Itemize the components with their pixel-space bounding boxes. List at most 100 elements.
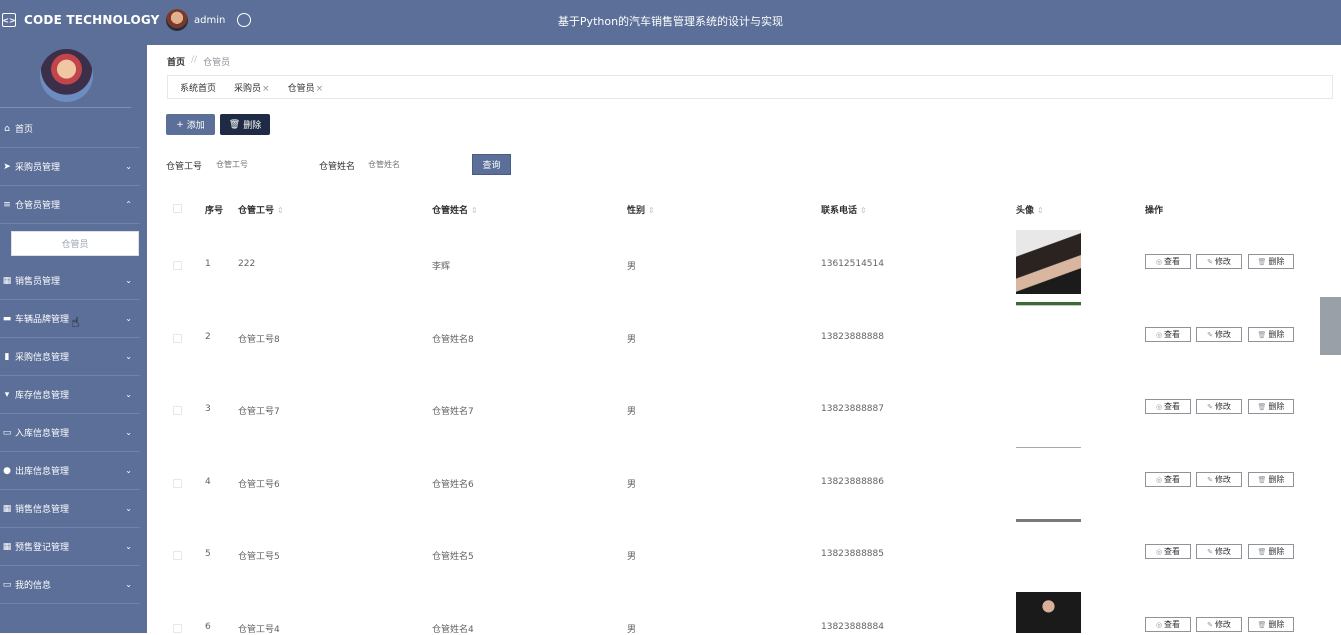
column-header-gender[interactable]: 性别 ⇕ [627, 203, 655, 216]
row-checkbox[interactable] [173, 624, 182, 633]
search-button[interactable]: 查询 [472, 154, 511, 175]
tab-purchaser[interactable]: 采购员× [234, 81, 270, 94]
sort-icon[interactable]: ⇕ [860, 206, 867, 215]
edit-button[interactable]: ✎ 修改 [1196, 617, 1242, 632]
sidebar-item-inbound-info[interactable]: ▭ 入库信息管理 ⌄ [0, 414, 140, 452]
eye-icon: ◎ [1155, 402, 1163, 411]
row-checkbox[interactable] [173, 406, 182, 415]
edit-icon: ✎ [1207, 620, 1213, 629]
row-checkbox[interactable] [173, 479, 182, 488]
chevron-up-icon: ⌃ [125, 200, 132, 209]
sort-icon[interactable]: ⇕ [648, 206, 655, 215]
sidebar-item-purchase-info[interactable]: ▮ 采购信息管理 ⌄ [0, 338, 140, 376]
edit-label: 修改 [1214, 620, 1231, 629]
column-header-phone[interactable]: 联系电话 ⇕ [821, 203, 867, 216]
search-code-input[interactable] [216, 155, 306, 173]
search-name-input[interactable] [368, 155, 458, 173]
sidebar-item-presale[interactable]: ▦ 预售登记管理 ⌄ [0, 528, 140, 566]
chevron-down-icon: ⌄ [125, 542, 132, 551]
cell-name: 仓管姓名4 [432, 625, 474, 635]
column-header-name[interactable]: 仓管姓名 ⇕ [432, 203, 478, 216]
sidebar-item-brand[interactable]: ▬ 车辆品牌管理 ⌄ [0, 300, 140, 338]
sidebar-item-my-info[interactable]: ▭ 我的信息 ⌄ [0, 566, 140, 604]
column-header-index: 序号 [205, 206, 224, 216]
breadcrumb-home[interactable]: 首页 [167, 55, 185, 68]
cell-gender: 男 [627, 625, 637, 635]
cell-index: 5 [205, 549, 211, 559]
view-button[interactable]: ◎ 查看 [1145, 399, 1191, 414]
flag-icon: ▾ [4, 389, 10, 400]
sort-icon[interactable]: ⇕ [1037, 206, 1044, 215]
list-icon: ≡ [3, 199, 11, 210]
view-button[interactable]: ◎ 查看 [1145, 472, 1191, 487]
edit-button[interactable]: ✎ 修改 [1196, 544, 1242, 559]
tab-label: 系统首页 [180, 83, 217, 94]
plus-icon: + [176, 119, 184, 130]
sidebar-item-warehouse[interactable]: ≡ 仓管员管理 ⌃ [0, 186, 140, 224]
trash-icon: 🗑 [1257, 475, 1267, 484]
cell-name: 仓管姓名8 [432, 335, 474, 345]
sort-icon[interactable]: ⇕ [471, 206, 478, 215]
view-button[interactable]: ◎ 查看 [1145, 327, 1191, 342]
chevron-down-icon: ⌄ [125, 314, 132, 323]
sidebar: ⌂ 首页 ➤ 采购员管理 ⌄ ≡ 仓管员管理 ⌃ 仓管员 ▦ 销售员管理 ⌄ ▬… [0, 45, 147, 633]
breadcrumb: 首页 // 仓管员 [167, 55, 230, 68]
edit-button[interactable]: ✎ 修改 [1196, 472, 1242, 487]
sidebar-item-sales-info[interactable]: ▦ 销售信息管理 ⌄ [0, 490, 140, 528]
trash-icon: 🗑 [1257, 547, 1267, 556]
row-delete-button[interactable]: 🗑 删除 [1248, 254, 1294, 269]
cell-name: 李辉 [432, 262, 451, 272]
row-checkbox[interactable] [173, 261, 182, 270]
monitor-icon: ▭ [2, 427, 12, 438]
select-all-checkbox[interactable] [173, 204, 182, 213]
delete-button-label: 删除 [243, 121, 262, 131]
cell-code: 仓管工号8 [238, 335, 280, 345]
cell-gender: 男 [627, 262, 637, 272]
column-header-avatar[interactable]: 头像 ⇕ [1016, 203, 1044, 216]
eye-icon: ◎ [1155, 330, 1163, 339]
view-label: 查看 [1164, 402, 1181, 411]
column-header-label: 性别 [627, 206, 646, 216]
cell-phone: 13823888887 [821, 404, 884, 414]
scrollbar[interactable] [1320, 297, 1341, 355]
row-delete-button[interactable]: 🗑 删除 [1248, 472, 1294, 487]
close-icon[interactable]: × [316, 84, 324, 94]
close-icon[interactable]: × [262, 84, 270, 94]
tab-system-home[interactable]: 系统首页 [180, 81, 216, 94]
row-checkbox[interactable] [173, 551, 182, 560]
sidebar-avatar [40, 49, 93, 102]
sidebar-item-purchaser[interactable]: ➤ 采购员管理 ⌄ [0, 148, 140, 186]
sidebar-item-stock-info[interactable]: ▾ 库存信息管理 ⌄ [0, 376, 140, 414]
edit-icon: ✎ [1207, 547, 1213, 556]
sort-icon[interactable]: ⇕ [277, 206, 284, 215]
avatar-thumbnail [1016, 592, 1081, 633]
grid-icon: ▦ [2, 541, 12, 552]
row-delete-button[interactable]: 🗑 删除 [1248, 617, 1294, 632]
sidebar-item-home[interactable]: ⌂ 首页 [0, 110, 140, 148]
row-delete-button[interactable]: 🗑 删除 [1248, 544, 1294, 559]
add-button[interactable]: + 添加 [166, 114, 215, 135]
delete-button[interactable]: 🗑 删除 [220, 114, 270, 135]
column-header-label: 仓管姓名 [432, 206, 469, 216]
edit-button[interactable]: ✎ 修改 [1196, 254, 1242, 269]
tab-warehouse-keeper[interactable]: 仓管员× [288, 81, 324, 94]
sidebar-item-sales-staff[interactable]: ▦ 销售员管理 ⌄ [0, 262, 140, 300]
view-button[interactable]: ◎ 查看 [1145, 544, 1191, 559]
edit-button[interactable]: ✎ 修改 [1196, 399, 1242, 414]
view-button[interactable]: ◎ 查看 [1145, 254, 1191, 269]
sidebar-subitem-warehouse-keeper[interactable]: 仓管员 [11, 230, 139, 256]
chevron-down-icon: ⌄ [125, 504, 132, 513]
edit-button[interactable]: ✎ 修改 [1196, 327, 1242, 342]
sidebar-item-label: 车辆品牌管理 [15, 315, 70, 325]
grid-icon: ▦ [2, 503, 12, 514]
cell-phone: 13823888884 [821, 622, 884, 632]
view-button[interactable]: ◎ 查看 [1145, 617, 1191, 632]
sidebar-item-label: 出库信息管理 [15, 467, 70, 477]
row-delete-button[interactable]: 🗑 删除 [1248, 327, 1294, 342]
column-header-code[interactable]: 仓管工号 ⇕ [238, 203, 284, 216]
sidebar-item-outbound-info[interactable]: ● 出库信息管理 ⌄ [0, 452, 140, 490]
search-code-label: 仓管工号 [166, 162, 203, 172]
row-delete-button[interactable]: 🗑 删除 [1248, 399, 1294, 414]
row-checkbox[interactable] [173, 334, 182, 343]
cell-name: 仓管姓名7 [432, 407, 474, 417]
